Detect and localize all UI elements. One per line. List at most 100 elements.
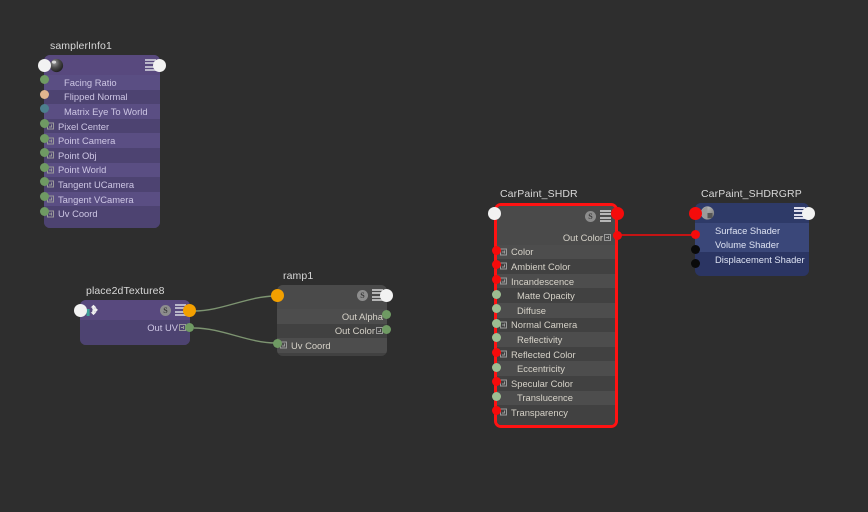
node-output-port-samplerinfo1[interactable] — [153, 59, 166, 72]
row-spacer — [695, 266, 809, 276]
attr-label: Incandescence — [511, 275, 575, 287]
attr-label: Reflected Color — [511, 348, 576, 360]
expand-icon[interactable] — [604, 233, 611, 241]
attr-row[interactable]: Displacement Shader — [695, 252, 809, 267]
attr-port-pixel-center[interactable] — [40, 119, 49, 128]
attr-row[interactable]: Eccentricity — [497, 361, 615, 376]
attr-label: Surface Shader — [715, 224, 781, 236]
attr-label: Displacement Shader — [715, 253, 805, 265]
attr-label: Diffuse — [517, 304, 547, 316]
output-row-spacer — [80, 334, 190, 345]
attr-port-normal-camera[interactable] — [492, 318, 501, 328]
attr-port-eccentricity[interactable] — [492, 362, 501, 372]
node-input-port-place2dtexture8[interactable] — [74, 304, 87, 317]
attr-port-tangent-vcamera[interactable] — [40, 192, 49, 201]
attr-row[interactable]: Ambient Color — [497, 259, 615, 274]
node-output-port-ramp1[interactable] — [380, 289, 393, 302]
output-row[interactable]: Out Color — [277, 323, 387, 339]
stack-icon[interactable] — [600, 210, 611, 222]
node-header-carpaint-shdr[interactable]: S — [497, 206, 615, 226]
attr-row[interactable]: Color — [497, 244, 615, 260]
attr-port-flipped-normal[interactable] — [40, 89, 49, 99]
attr-row[interactable]: Tangent UCamera — [44, 177, 160, 192]
attr-row[interactable]: Uv Coord — [277, 338, 387, 353]
attr-row[interactable]: Surface Shader — [695, 223, 809, 238]
attr-label: Tangent UCamera — [58, 178, 135, 190]
output-rows-place2dtexture8: Out UV — [80, 320, 190, 345]
attr-label: Specular Color — [511, 377, 574, 389]
node-header-place2dtexture8[interactable]: S — [80, 300, 190, 320]
attr-row[interactable]: Normal Camera — [497, 317, 615, 333]
output-label: Out UV — [147, 321, 178, 333]
node-header-ramp1[interactable]: S — [277, 285, 387, 305]
attr-row[interactable]: Uv Coord — [44, 206, 160, 221]
attr-row[interactable]: Reflected Color — [497, 346, 615, 362]
attr-row[interactable]: Flipped Normal — [44, 89, 160, 105]
output-row[interactable]: Out Alpha — [277, 309, 387, 324]
node-output-port-place2dtexture8[interactable] — [183, 304, 196, 317]
attr-port-point-world[interactable] — [40, 162, 49, 172]
attr-port-point-camera[interactable] — [40, 133, 49, 143]
output-port-out-color[interactable] — [382, 324, 391, 334]
rows-carpaint-shdr: Out Color Color Ambient Color Incandesce… — [497, 226, 615, 425]
attr-row[interactable]: Matrix Eye To World — [44, 104, 160, 119]
attr-label: Normal Camera — [511, 319, 578, 331]
node-title-place2dtexture8: place2dTexture8 — [86, 285, 165, 297]
attr-row[interactable]: Reflectivity — [497, 332, 615, 347]
attr-port-surface-shader[interactable] — [691, 230, 700, 239]
node-carpaint-shdrgrp[interactable]: CarPaint_SHDRGRP Surface Shader Volume S… — [689, 188, 815, 276]
output-label: Out Color — [562, 231, 603, 243]
node-header-samplerinfo1[interactable] — [44, 55, 160, 75]
attr-port-incandescence[interactable] — [492, 275, 501, 284]
attr-row[interactable]: Facing Ratio — [44, 75, 160, 90]
attr-row[interactable]: Specular Color — [497, 375, 615, 391]
attr-port-uv-coord[interactable] — [40, 206, 49, 216]
attribute-rows-carpaint-shdrgrp: Surface Shader Volume Shader Displacemen… — [695, 223, 809, 276]
attr-row[interactable]: Pixel Center — [44, 118, 160, 134]
attr-label: Matrix Eye To World — [64, 105, 148, 117]
node-header-carpaint-shdrgrp[interactable] — [695, 203, 809, 223]
node-input-port-carpaint-shdrgrp[interactable] — [689, 207, 702, 220]
wire-place2d-to-ramp-main — [193, 295, 277, 312]
node-ramp1[interactable]: ramp1 S Out Alpha Out Color Uv Coord — [271, 270, 393, 356]
output-label: Out Color — [334, 325, 375, 337]
attr-port-matte-opacity[interactable] — [492, 289, 501, 299]
node-carpaint-shdr[interactable]: CarPaint_SHDR S Out Color Color Ambient … — [488, 188, 624, 428]
attr-label: Matte Opacity — [517, 290, 575, 302]
attr-row[interactable]: Point Camera — [44, 133, 160, 148]
output-port-out-uv[interactable] — [185, 323, 194, 332]
attr-port-reflected-color[interactable] — [492, 348, 501, 357]
attr-port-color[interactable] — [492, 245, 501, 255]
attr-row[interactable]: Incandescence — [497, 273, 615, 289]
attr-label: Transparency — [511, 406, 568, 418]
node-editor-canvas[interactable]: samplerInfo1 Facing Ratio Flipped Normal… — [0, 0, 868, 512]
attr-row[interactable]: Point World — [44, 162, 160, 178]
node-place2dtexture8[interactable]: place2dTexture8 S Out UV — [74, 285, 196, 345]
attr-row[interactable]: Matte Opacity — [497, 288, 615, 303]
node-title-carpaint-shdr: CarPaint_SHDR — [500, 188, 578, 200]
node-output-port-carpaint-shdr[interactable] — [611, 207, 624, 220]
attr-label: Uv Coord — [291, 339, 331, 351]
output-row[interactable]: Out UV — [80, 320, 190, 335]
attr-row[interactable]: Point Obj — [44, 147, 160, 163]
node-input-port-carpaint-shdr[interactable] — [488, 207, 501, 220]
attr-row[interactable]: Tangent VCamera — [44, 191, 160, 207]
attr-row[interactable]: Transparency — [497, 405, 615, 420]
attr-row[interactable]: Translucence — [497, 390, 615, 406]
attr-row[interactable]: Volume Shader — [695, 237, 809, 253]
badge-s-icon[interactable]: S — [357, 289, 368, 301]
attr-label: Volume Shader — [715, 239, 780, 251]
node-input-port-ramp1[interactable] — [271, 289, 284, 302]
node-input-port-samplerinfo1[interactable] — [38, 59, 51, 72]
node-output-port-carpaint-shdrgrp[interactable] — [802, 207, 815, 220]
badge-s-icon[interactable]: S — [585, 210, 596, 222]
attr-port-translucence[interactable] — [492, 391, 501, 401]
output-port-out-alpha[interactable] — [382, 310, 391, 319]
output-row[interactable]: Out Color — [497, 230, 615, 245]
output-port-out-color[interactable] — [613, 231, 622, 240]
attr-row[interactable]: Diffuse — [497, 302, 615, 318]
badge-s-icon[interactable]: S — [160, 304, 171, 316]
attr-port-volume-shader[interactable] — [691, 244, 700, 254]
attr-label: Translucence — [517, 392, 573, 404]
node-samplerinfo1[interactable]: samplerInfo1 Facing Ratio Flipped Normal… — [38, 40, 166, 228]
